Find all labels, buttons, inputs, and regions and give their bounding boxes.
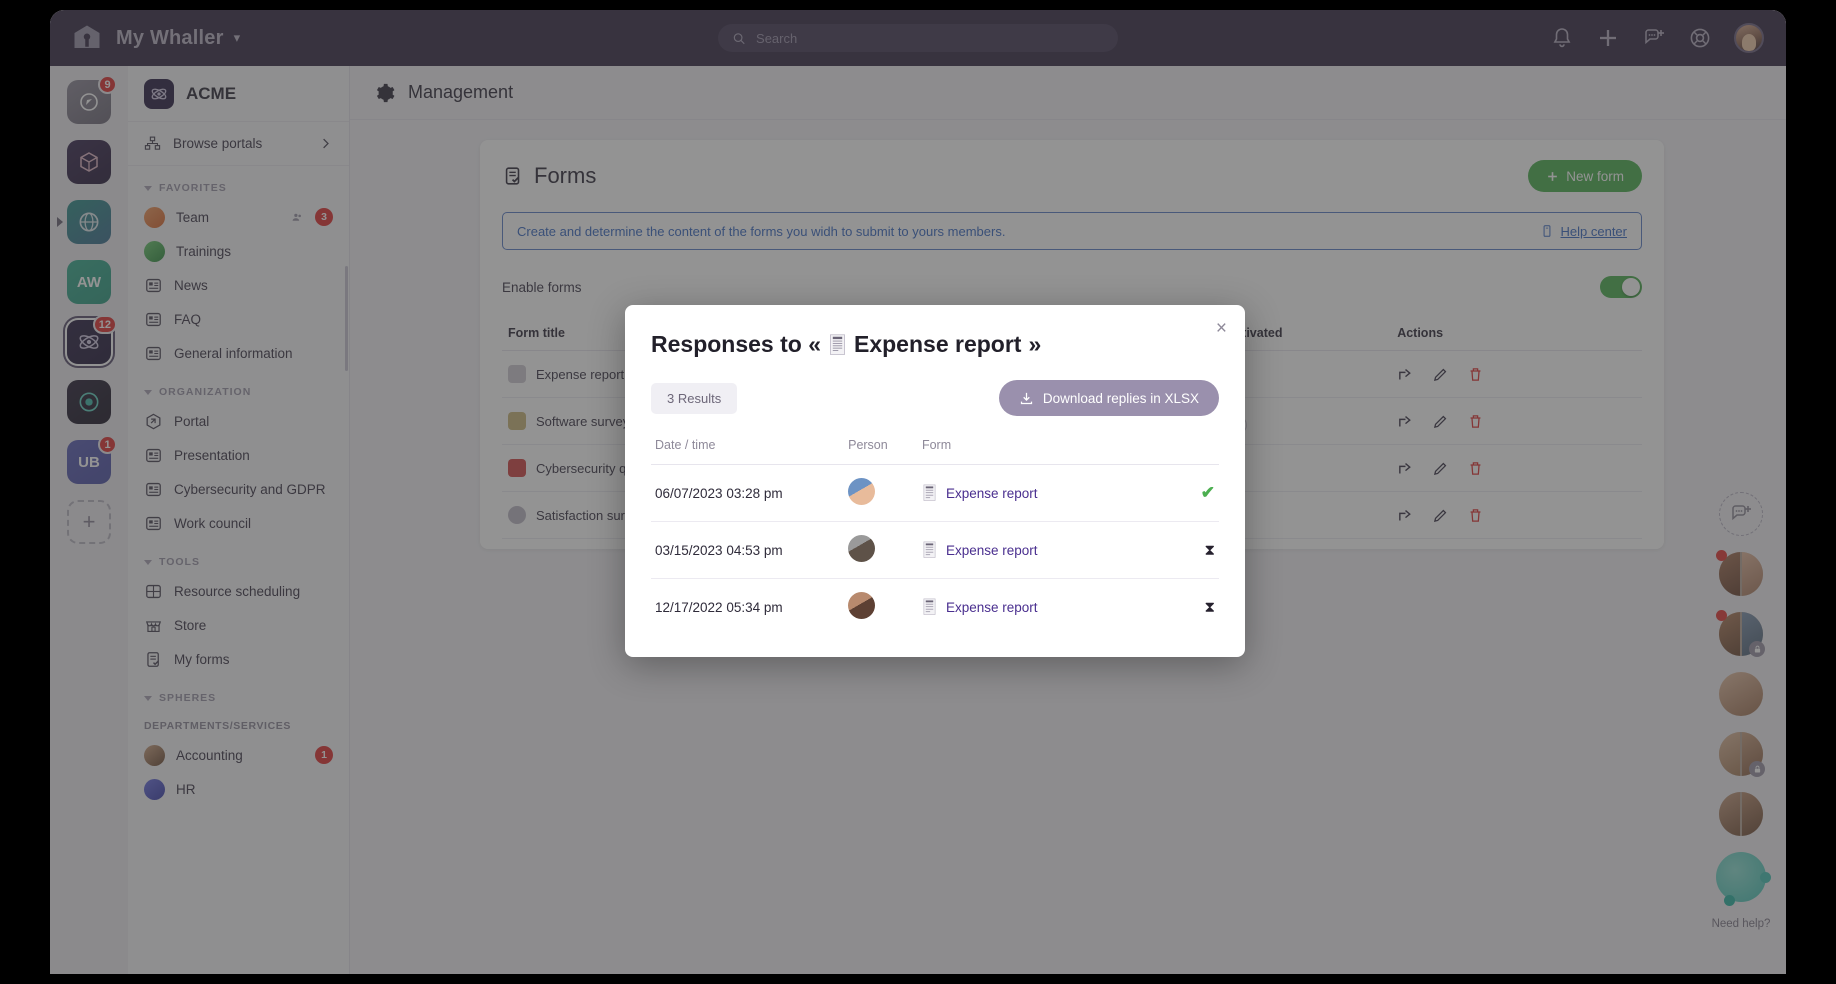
col-form: Form — [917, 434, 1134, 465]
response-datetime: 06/07/2023 03:28 pm — [651, 464, 845, 522]
response-form-label: Expense report — [945, 599, 1038, 615]
form-icon — [923, 541, 936, 558]
modal-title-form: Expense report — [854, 331, 1022, 357]
form-icon — [830, 333, 845, 355]
col-person: Person — [844, 434, 918, 465]
app-window: My Whaller ▾ — [50, 10, 1786, 974]
download-icon — [1020, 392, 1033, 404]
hourglass-icon: ⧗ — [1204, 541, 1215, 559]
responses-table: Date / time Person Form 06/07/2023 03:28… — [651, 434, 1219, 635]
check-icon: ✔ — [1200, 483, 1215, 502]
response-datetime: 03/15/2023 04:53 pm — [651, 521, 845, 579]
response-row[interactable]: 12/17/2022 05:34 pm Expense report ⧗ — [651, 579, 1219, 636]
person-avatar[interactable] — [848, 478, 876, 505]
responses-modal: × Responses to « Expense report » 3 Resu… — [625, 305, 1245, 657]
response-row[interactable]: 06/07/2023 03:28 pm Expense report ✔ — [651, 464, 1219, 522]
responses-table-header: Date / time Person Form — [651, 434, 1219, 465]
response-row[interactable]: 03/15/2023 04:53 pm Expense report ⧗ — [651, 521, 1219, 579]
response-form-link[interactable]: Expense report — [922, 484, 1130, 502]
response-form-label: Expense report — [945, 542, 1038, 558]
response-datetime: 12/17/2022 05:34 pm — [655, 599, 783, 615]
form-icon — [923, 598, 936, 615]
close-icon[interactable]: × — [1216, 319, 1227, 338]
form-icon — [923, 484, 936, 501]
response-form-link[interactable]: Expense report — [922, 541, 1130, 559]
col-status — [1133, 434, 1219, 465]
person-avatar[interactable] — [848, 592, 876, 619]
modal-title: Responses to « Expense report » — [651, 331, 1219, 358]
download-xlsx-button[interactable]: Download replies in XLSX — [998, 380, 1219, 416]
col-datetime: Date / time — [651, 434, 845, 465]
download-xlsx-label: Download replies in XLSX — [1042, 390, 1199, 406]
person-avatar[interactable] — [848, 535, 876, 562]
response-form-label: Expense report — [945, 485, 1038, 501]
modal-title-suffix: » — [1028, 331, 1042, 357]
response-form-link[interactable]: Expense report — [922, 598, 1130, 616]
modal-title-prefix: Responses to « — [651, 331, 821, 357]
results-count-chip: 3 Results — [651, 382, 738, 414]
modal-toolbar: 3 Results Download replies in XLSX — [651, 380, 1219, 416]
hourglass-icon: ⧗ — [1204, 598, 1215, 616]
